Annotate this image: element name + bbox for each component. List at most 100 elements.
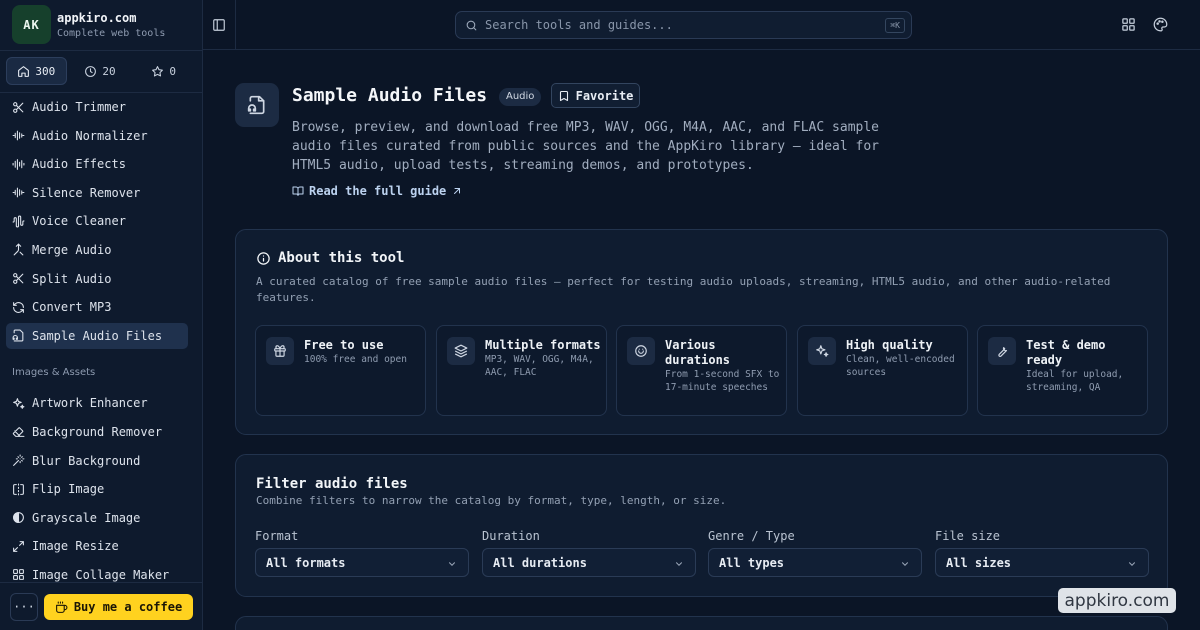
- stat-recent-value: 20: [102, 64, 116, 78]
- merge-icon: [13, 244, 24, 256]
- genre-value: All types: [719, 555, 785, 570]
- brand-name: appkiro.com: [57, 10, 137, 25]
- apps-grid-icon[interactable]: [1121, 17, 1136, 32]
- genre-select[interactable]: All types: [708, 548, 922, 577]
- duration-select[interactable]: All durations: [482, 548, 696, 577]
- resize-icon: [13, 540, 24, 552]
- sidebar-item-audio-trimmer[interactable]: Audio Trimmer: [6, 94, 188, 120]
- stat-recent[interactable]: 20: [70, 57, 131, 85]
- sidebar-item-split-audio[interactable]: Split Audio: [6, 266, 188, 292]
- sidebar-item-label: Artwork Enhancer: [32, 396, 148, 411]
- gift-icon: [274, 345, 286, 357]
- favorite-button[interactable]: Favorite: [551, 83, 640, 108]
- feature-title: Test & demo ready: [1026, 338, 1106, 367]
- about-card: About this tool A curated catalog of fre…: [235, 229, 1168, 435]
- feature-title: Free to use: [304, 338, 384, 352]
- search-input[interactable]: [485, 18, 865, 32]
- palette-icon[interactable]: [1153, 17, 1168, 32]
- feature-icon-box: [988, 337, 1016, 365]
- sidebar-item-sample-audio-files[interactable]: Sample Audio Files: [6, 322, 188, 349]
- feature-icon-box: [266, 337, 294, 365]
- sidebar-item-label: Image Resize: [32, 539, 119, 554]
- sidebar-item-audio-effects[interactable]: Audio Effects: [6, 151, 188, 177]
- sidebar-item-voice-cleaner[interactable]: Voice Cleaner: [6, 208, 188, 234]
- feature-description: 100% free and open: [304, 354, 407, 365]
- sidebar-item-label: Split Audio: [32, 271, 112, 286]
- sidebar-item-artwork-enhancer[interactable]: Artwork Enhancer: [6, 390, 188, 416]
- headphones-file-icon: [12, 329, 24, 342]
- brand-tagline: Complete web tools: [57, 27, 166, 39]
- about-title: About this tool: [256, 250, 404, 266]
- file-size-select[interactable]: All sizes: [935, 548, 1149, 577]
- sidebar-toggle-button[interactable]: [203, 0, 236, 50]
- filter-title: Filter audio files: [256, 476, 408, 492]
- sidebar-nav: Audio Trimmer Audio Normalizer Audio Eff…: [6, 94, 188, 582]
- sidebar-item-flip-image[interactable]: Flip Image: [6, 476, 188, 502]
- buy-coffee-label: Buy me a coffee: [73, 600, 183, 614]
- format-select[interactable]: All formats: [255, 548, 469, 577]
- wrench-icon: [998, 347, 1008, 357]
- sidebar-item-label: Sample Audio Files: [32, 328, 163, 343]
- feature-card: Test & demo ready Ideal for upload, stre…: [977, 325, 1148, 416]
- sidebar-item-grayscale-image[interactable]: Grayscale Image: [6, 505, 188, 531]
- arrow-up-right-icon: [454, 188, 461, 194]
- sidebar-item-merge-audio[interactable]: Merge Audio: [6, 237, 188, 263]
- favorite-label: Favorite: [575, 88, 634, 103]
- book-open-icon: [292, 186, 304, 196]
- sidebar-item-label: Background Remover: [32, 424, 163, 439]
- filter-card: Filter audio files Combine filters to na…: [235, 454, 1168, 597]
- more-button[interactable]: ···: [10, 593, 38, 621]
- stats-bar: 300 20 0: [6, 57, 197, 85]
- panel-left-icon: [213, 19, 225, 31]
- sidebar-item-image-resize[interactable]: Image Resize: [6, 533, 188, 559]
- sidebar-item-image-collage-maker[interactable]: Image Collage Maker: [6, 562, 188, 582]
- chevron-down-icon: [675, 562, 683, 566]
- category-badge: Audio: [499, 88, 542, 106]
- sidebar-divider: [0, 50, 202, 51]
- sidebar: AK appkiro.com Complete web tools 300 20…: [0, 0, 203, 630]
- sidebar-item-label: Audio Normalizer: [32, 128, 148, 143]
- star-icon: [152, 65, 164, 76]
- feature-title: Various durations: [665, 338, 731, 367]
- chevron-down-icon: [1128, 562, 1136, 566]
- sparkles-icon: [13, 397, 25, 409]
- genre-label: Genre / Type: [708, 529, 795, 543]
- topbar: ⌘K: [203, 0, 1200, 50]
- stat-all-tools-value: 300: [35, 64, 56, 78]
- sidebar-item-background-remover[interactable]: Background Remover: [6, 419, 188, 445]
- audio-lines-icon: [12, 158, 25, 170]
- sidebar-footer: ··· Buy me a coffee: [0, 582, 202, 630]
- sidebar-item-audio-normalizer[interactable]: Audio Normalizer: [6, 123, 188, 149]
- file-size-label: File size: [935, 529, 1001, 543]
- sidebar-item-blur-background[interactable]: Blur Background: [6, 448, 188, 474]
- buy-coffee-button[interactable]: Buy me a coffee: [44, 594, 193, 620]
- sidebar-item-label: Voice Cleaner: [32, 214, 126, 229]
- read-guide-link[interactable]: Read the full guide: [292, 184, 463, 198]
- about-title-text: About this tool: [278, 250, 405, 266]
- brand-logo: AK: [12, 5, 51, 44]
- sidebar-item-label: Audio Trimmer: [32, 100, 126, 114]
- timer-icon: [635, 345, 647, 357]
- feature-card: Various durations From 1-second SFX to 1…: [616, 325, 787, 416]
- search-bar[interactable]: ⌘K: [455, 11, 912, 39]
- eraser-icon: [12, 427, 25, 438]
- sidebar-section-images: Images & Assets: [12, 367, 96, 379]
- feature-card: Multiple formats MP3, WAV, OGG, M4A, AAC…: [436, 325, 607, 416]
- wand-icon: [13, 454, 25, 466]
- flip-icon: [13, 483, 24, 496]
- feature-card: High quality Clean, well-encoded sources: [797, 325, 968, 416]
- sidebar-item-label: Audio Effects: [32, 157, 126, 172]
- sidebar-item-convert-mp3[interactable]: Convert MP3: [6, 294, 188, 320]
- file-size-value: All sizes: [946, 555, 1012, 570]
- brand[interactable]: AK appkiro.com Complete web tools: [12, 5, 165, 44]
- chevron-down-icon: [901, 562, 909, 566]
- sidebar-item-label: Silence Remover: [32, 185, 141, 200]
- stat-all-tools[interactable]: 300: [6, 57, 67, 85]
- search-shortcut: ⌘K: [885, 18, 905, 33]
- sidebar-item-silence-remover[interactable]: Silence Remover: [6, 180, 188, 206]
- feature-icon-box: [627, 337, 655, 365]
- stat-favorites[interactable]: 0: [133, 57, 194, 85]
- scissors-icon: [13, 101, 24, 113]
- search-icon: [466, 20, 477, 30]
- sidebar-item-label: Flip Image: [32, 482, 105, 497]
